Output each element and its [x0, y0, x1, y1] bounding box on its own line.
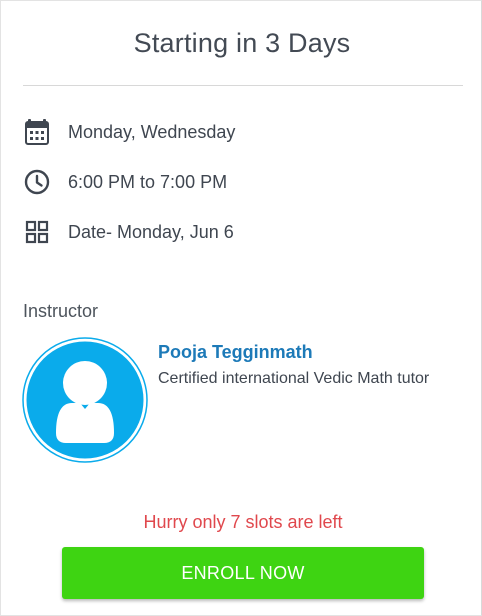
- schedule-date-row: Date- Monday, Jun 6: [23, 217, 234, 247]
- instructor-description: Certified international Vedic Math tutor: [158, 370, 430, 387]
- grid-icon: [23, 218, 51, 246]
- clock-icon: [23, 168, 51, 196]
- calendar-icon: [23, 118, 51, 146]
- card-title: Starting in 3 Days: [133, 28, 351, 58]
- user-avatar-icon: [22, 337, 148, 463]
- divider: [23, 85, 463, 86]
- instructor-name[interactable]: Pooja Tegginmath: [158, 342, 313, 363]
- instructor-label: Instructor: [23, 301, 99, 321]
- course-card: Starting in 3 Days Monday, Wednesday 6:0…: [0, 0, 482, 616]
- schedule-time-row: 6:00 PM to 7:00 PM: [23, 167, 227, 197]
- schedule-date-text: Date- Monday, Jun 6: [68, 221, 234, 242]
- schedule-time-text: 6:00 PM to 7:00 PM: [68, 171, 228, 192]
- schedule-days-text: Monday, Wednesday: [68, 121, 236, 142]
- slots-left-text: Hurry only 7 slots are left: [143, 512, 343, 532]
- schedule-days-row: Monday, Wednesday: [23, 117, 235, 147]
- enroll-now-button[interactable]: ENROLL NOW: [62, 547, 424, 599]
